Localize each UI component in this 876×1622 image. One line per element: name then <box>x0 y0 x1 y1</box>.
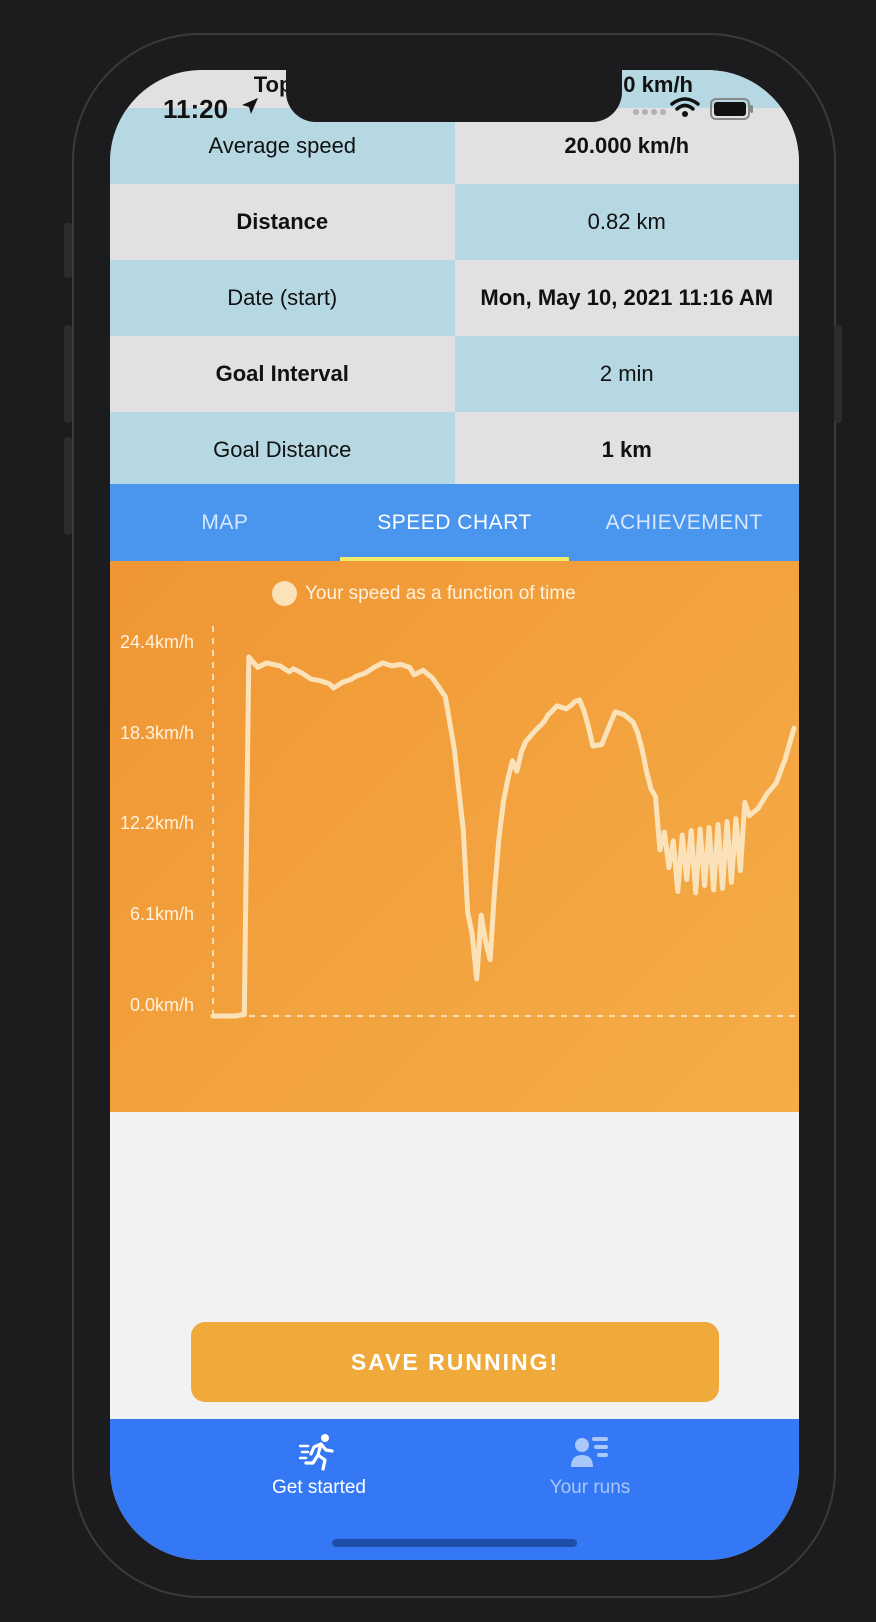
home-indicator <box>332 1539 577 1547</box>
volume-up-button <box>64 325 72 423</box>
detail-tabs: MAP SPEED CHART ACHIEVEMENT <box>110 484 799 561</box>
phone-screen: Top s 0 km/h Average speed 20.000 km/h D… <box>110 70 799 1560</box>
stats-value: 2 min <box>454 336 799 412</box>
speed-chart: Your speed as a function of time 0.0km/h… <box>110 561 799 1112</box>
run-stats-table: Top s 0 km/h Average speed 20.000 km/h D… <box>110 70 799 488</box>
save-running-button[interactable]: SAVE RUNNING! <box>191 1322 719 1402</box>
volume-down-button <box>64 437 72 535</box>
user-list-icon <box>571 1437 608 1467</box>
speed-chart-plot <box>210 626 799 1019</box>
stats-row-distance: Distance 0.82 km <box>110 184 799 260</box>
tab-label: MAP <box>201 510 249 534</box>
stats-label: Date (start) <box>110 260 455 336</box>
tab-achievement[interactable]: ACHIEVEMENT <box>569 484 799 561</box>
stats-row-goal-interval: Goal Interval 2 min <box>110 336 799 412</box>
tab-bar-item-get-started[interactable]: Get started <box>219 1433 419 1499</box>
tab-label: ACHIEVEMENT <box>605 510 763 534</box>
stats-value: 0.82 km <box>454 184 799 260</box>
tab-bar-label: Your runs <box>549 1477 631 1498</box>
tab-bar-item-your-runs[interactable]: Your runs <box>490 1433 690 1499</box>
power-button <box>834 325 842 423</box>
notch <box>286 70 622 122</box>
signal-icon <box>633 109 666 115</box>
stats-value: Mon, May 10, 2021 11:16 AM <box>454 260 799 336</box>
running-person-icon <box>299 1434 334 1471</box>
stats-value: 1 km <box>454 412 799 488</box>
status-bar: 11:20 <box>110 70 799 126</box>
stats-label: Goal Interval <box>110 336 455 412</box>
stats-label: Goal Distance <box>110 412 455 488</box>
stats-row-date-start: Date (start) Mon, May 10, 2021 11:16 AM <box>110 260 799 336</box>
battery-icon <box>710 98 753 120</box>
wifi-icon <box>670 97 700 117</box>
tab-bar-label: Get started <box>272 1477 366 1498</box>
stats-row-goal-distance: Goal Distance 1 km <box>110 412 799 488</box>
tab-label: SPEED CHART <box>377 510 532 534</box>
tab-map[interactable]: MAP <box>110 484 340 561</box>
speed-series-line <box>210 654 797 1019</box>
tab-speed-chart[interactable]: SPEED CHART <box>339 484 570 561</box>
mute-switch <box>64 223 72 278</box>
location-arrow-icon <box>242 98 258 114</box>
stats-label: Distance <box>110 184 455 260</box>
status-time: 11:20 <box>163 94 229 124</box>
